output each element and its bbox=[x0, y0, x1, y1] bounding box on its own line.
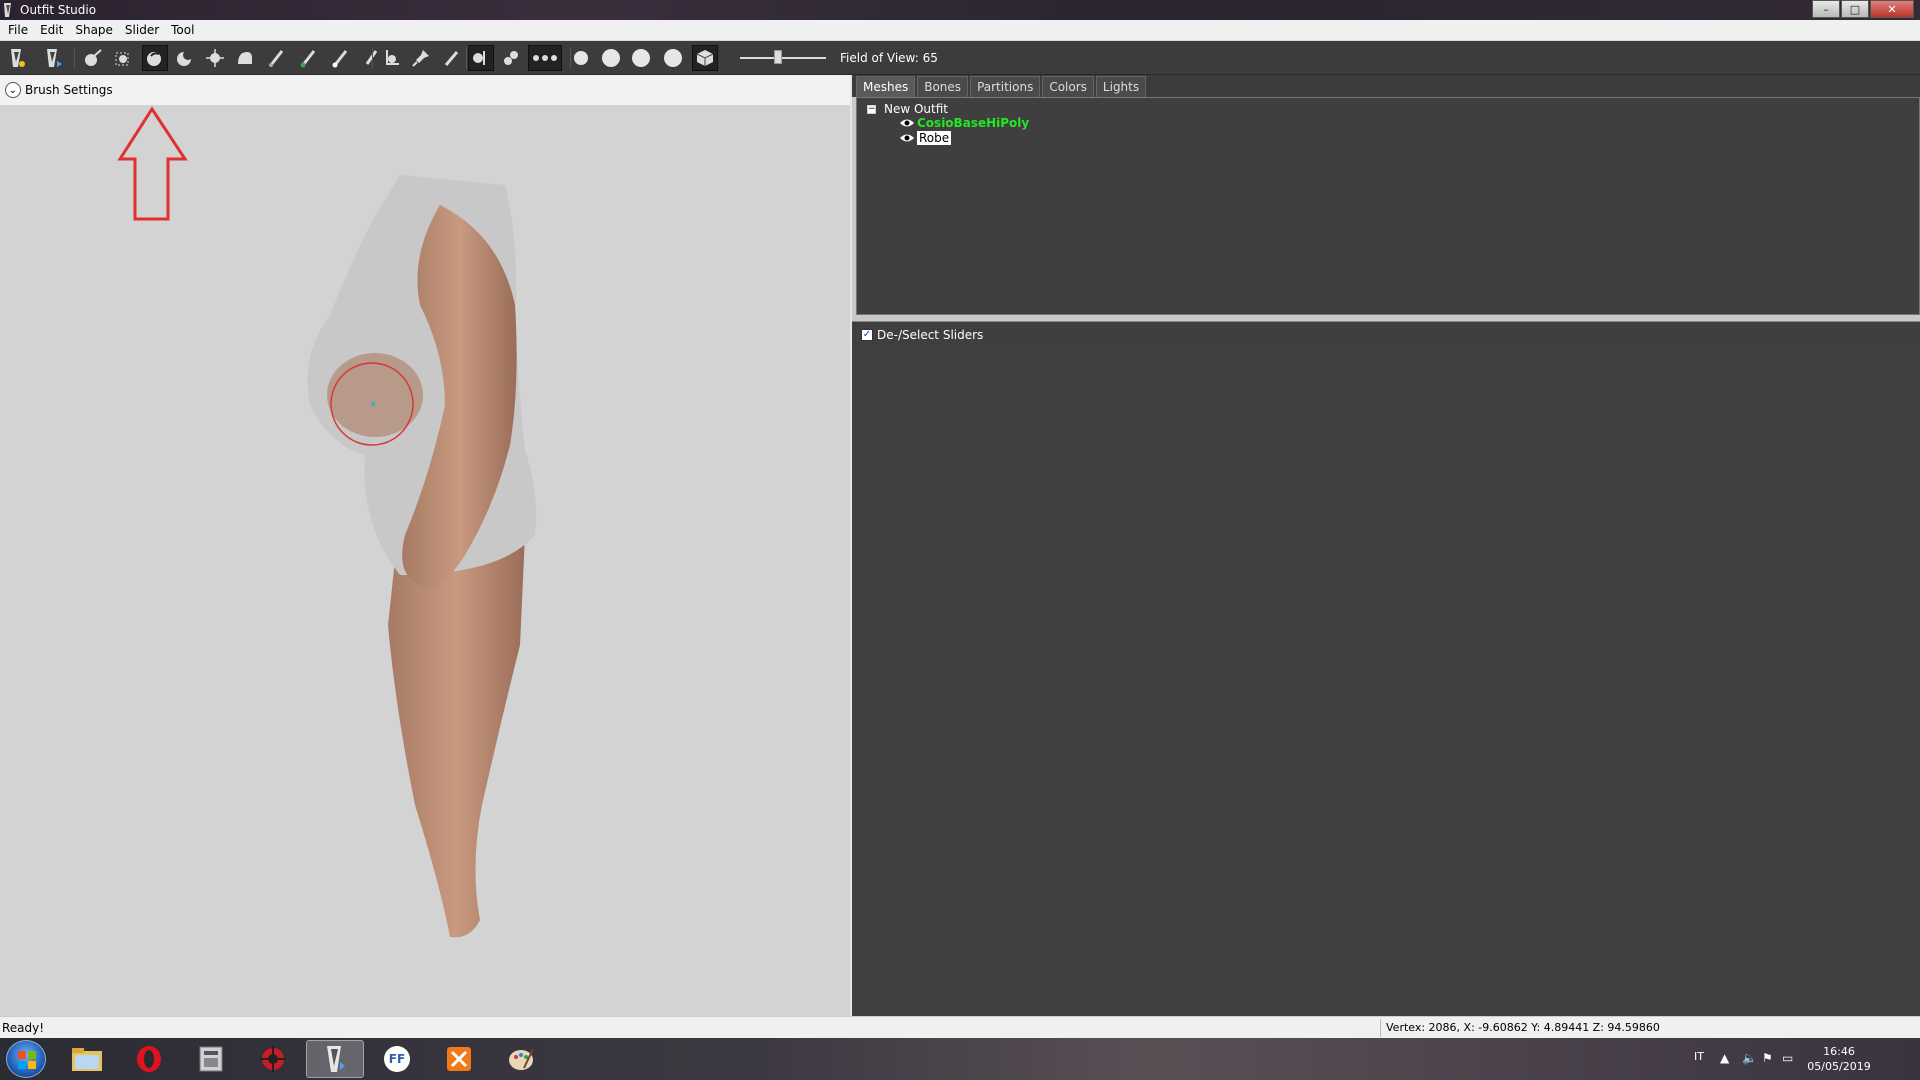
chevron-down-icon[interactable]: ⌄ bbox=[5, 82, 21, 98]
inflate-brush-icon[interactable] bbox=[142, 45, 168, 71]
wireframe-icon[interactable] bbox=[598, 45, 624, 71]
tree-root-label: New Outfit bbox=[884, 102, 949, 116]
mesh-item[interactable]: CosioBaseHiPoly bbox=[899, 116, 1029, 130]
window-title: Outfit Studio bbox=[20, 3, 97, 17]
windows-logo-icon bbox=[18, 1051, 36, 1069]
panel-tabs: Meshes Bones Partitions Colors Lights bbox=[852, 75, 1920, 97]
menu-slider[interactable]: Slider bbox=[119, 23, 165, 37]
start-button[interactable] bbox=[6, 1040, 46, 1078]
svg-text:FF: FF bbox=[389, 1052, 405, 1066]
menu-file[interactable]: File bbox=[2, 23, 34, 37]
clock[interactable]: 16:46 05/05/2019 bbox=[1804, 1044, 1874, 1074]
collapse-toggle-icon[interactable]: − bbox=[867, 104, 876, 114]
fov-label: Field of View: 65 bbox=[840, 51, 938, 65]
model-chest bbox=[327, 353, 423, 437]
alpha-brush-icon[interactable] bbox=[328, 45, 354, 71]
close-button[interactable]: ✕ bbox=[1870, 0, 1914, 18]
cube-icon[interactable] bbox=[692, 45, 718, 71]
clock-time: 16:46 bbox=[1823, 1045, 1855, 1058]
status-bar: Ready! Vertex: 2086, X: -9.60862 Y: 4.89… bbox=[0, 1016, 1920, 1038]
select-icon[interactable] bbox=[4, 45, 30, 71]
mesh-name: CosioBaseHiPoly bbox=[917, 116, 1030, 130]
fov-slider[interactable] bbox=[740, 50, 826, 64]
small-sphere-icon[interactable] bbox=[568, 45, 594, 71]
status-text: Ready! bbox=[2, 1021, 45, 1035]
mesh-tree[interactable]: − New Outfit CosioBaseHiPoly Robe bbox=[856, 97, 1920, 315]
axis-icon[interactable] bbox=[378, 45, 404, 71]
visibility-eye-icon[interactable] bbox=[899, 133, 915, 143]
toolbar: Field of View: 65 bbox=[0, 41, 1920, 75]
outfit-studio-app-icon bbox=[4, 3, 11, 17]
3d-viewport[interactable]: ⌄ Brush Settings bbox=[0, 75, 852, 1016]
textured-icon[interactable] bbox=[660, 45, 686, 71]
move-brush-icon[interactable] bbox=[202, 45, 228, 71]
tab-lights[interactable]: Lights bbox=[1095, 76, 1147, 97]
language-indicator[interactable]: IT bbox=[1694, 1050, 1704, 1063]
annotation-arrow bbox=[117, 106, 188, 221]
taskbar: FF IT ▲ 🔈 ⚑ ▭ 16:46 05/05/2019 bbox=[0, 1038, 1920, 1080]
menu-edit[interactable]: Edit bbox=[34, 23, 69, 37]
tab-colors[interactable]: Colors bbox=[1042, 76, 1094, 97]
file-explorer-taskbar-icon[interactable] bbox=[58, 1040, 116, 1078]
shaded-icon[interactable] bbox=[628, 45, 654, 71]
sliders-header: ✓ De-/Select Sliders bbox=[852, 321, 1920, 347]
ffdec-taskbar-icon[interactable]: FF bbox=[368, 1040, 426, 1078]
network-icon[interactable]: ▭ bbox=[1782, 1051, 1793, 1065]
model-render[interactable] bbox=[0, 105, 852, 1016]
paint-taskbar-icon[interactable] bbox=[492, 1040, 550, 1078]
clock-date: 05/05/2019 bbox=[1807, 1060, 1871, 1073]
tab-partitions[interactable]: Partitions bbox=[970, 76, 1041, 97]
show-hidden-icons-icon[interactable]: ▲ bbox=[1720, 1051, 1729, 1065]
app-taskbar-icon[interactable] bbox=[244, 1040, 302, 1078]
opera-taskbar-icon[interactable] bbox=[120, 1040, 178, 1078]
menu-shape[interactable]: Shape bbox=[69, 23, 119, 37]
vertex-coordinates: Vertex: 2086, X: -9.60862 Y: 4.89441 Z: … bbox=[1386, 1021, 1660, 1034]
visibility-eye-icon[interactable] bbox=[899, 118, 915, 128]
smooth-brush-icon[interactable] bbox=[232, 45, 258, 71]
x-mirror-icon[interactable] bbox=[468, 45, 494, 71]
pin-icon[interactable] bbox=[408, 45, 434, 71]
outfit-studio-taskbar-icon[interactable] bbox=[306, 1040, 364, 1078]
global-brush-icon[interactable] bbox=[528, 45, 562, 71]
color-brush-icon[interactable] bbox=[296, 45, 322, 71]
app-taskbar-icon[interactable] bbox=[182, 1040, 240, 1078]
deflate-brush-icon[interactable] bbox=[172, 45, 198, 71]
minimize-button[interactable]: – bbox=[1812, 0, 1840, 18]
select-region-icon[interactable] bbox=[110, 45, 136, 71]
tree-root[interactable]: − New Outfit bbox=[867, 102, 948, 116]
menu-bar: File Edit Shape Slider Tool bbox=[0, 20, 1920, 41]
tab-meshes[interactable]: Meshes bbox=[856, 76, 916, 97]
select-sliders-label[interactable]: De-/Select Sliders bbox=[877, 328, 983, 342]
connected-only-icon[interactable] bbox=[498, 45, 524, 71]
transform-icon[interactable] bbox=[40, 45, 66, 71]
mesh-name-selected: Robe bbox=[917, 131, 952, 145]
mask-brush-icon[interactable] bbox=[80, 45, 106, 71]
select-sliders-checkbox[interactable]: ✓ bbox=[861, 328, 873, 341]
weight-brush-icon[interactable] bbox=[264, 45, 290, 71]
volume-icon[interactable]: 🔈 bbox=[1742, 1051, 1757, 1065]
fov-slider-thumb[interactable] bbox=[774, 50, 782, 64]
pen-icon[interactable] bbox=[438, 45, 464, 71]
tab-bones[interactable]: Bones bbox=[917, 76, 969, 97]
model-legs bbox=[388, 535, 525, 938]
brush-settings-label: Brush Settings bbox=[25, 83, 113, 97]
action-center-flag-icon[interactable]: ⚑ bbox=[1762, 1051, 1773, 1065]
title-bar: Outfit Studio – □ ✕ bbox=[0, 0, 1920, 20]
maximize-button[interactable]: □ bbox=[1841, 0, 1869, 18]
sliders-list bbox=[852, 347, 1920, 1016]
mesh-item[interactable]: Robe bbox=[899, 131, 952, 145]
menu-tool[interactable]: Tool bbox=[165, 23, 200, 37]
app-taskbar-icon[interactable] bbox=[430, 1040, 488, 1078]
right-panel: Meshes Bones Partitions Colors Lights − … bbox=[852, 75, 1920, 1016]
brush-settings-toggle[interactable]: ⌄ Brush Settings bbox=[0, 75, 852, 105]
